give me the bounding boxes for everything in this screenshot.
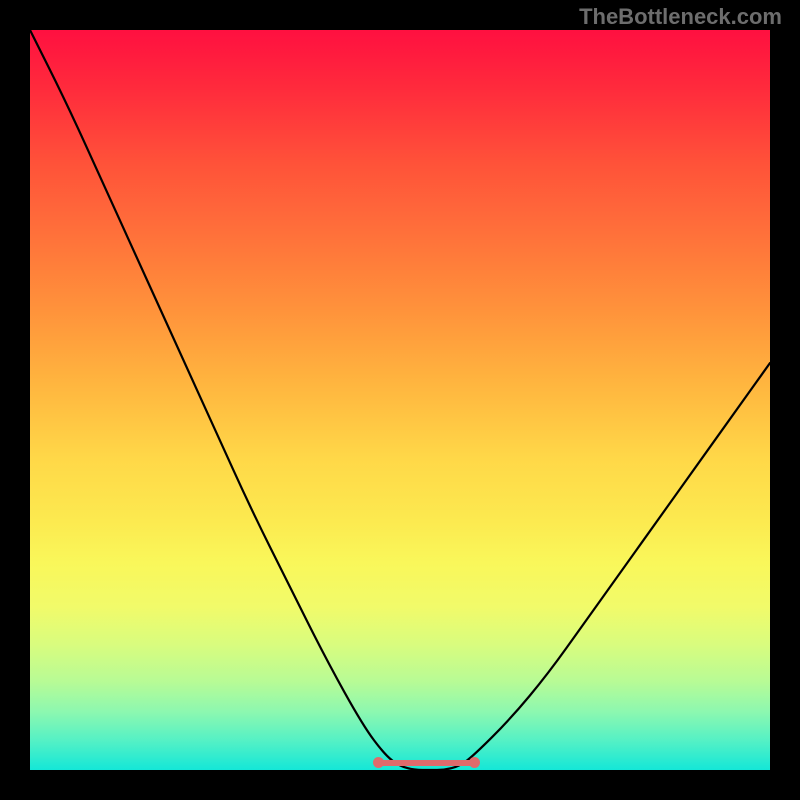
bottleneck-curve-path: [30, 30, 770, 770]
watermark-text: TheBottleneck.com: [579, 4, 782, 30]
baseline-cap-left: [373, 757, 384, 768]
curve-layer: [30, 30, 770, 770]
chart-frame: TheBottleneck.com: [0, 0, 800, 800]
baseline-cap-right: [469, 757, 480, 768]
baseline-marker: [378, 760, 474, 766]
plot-area: [30, 30, 770, 770]
